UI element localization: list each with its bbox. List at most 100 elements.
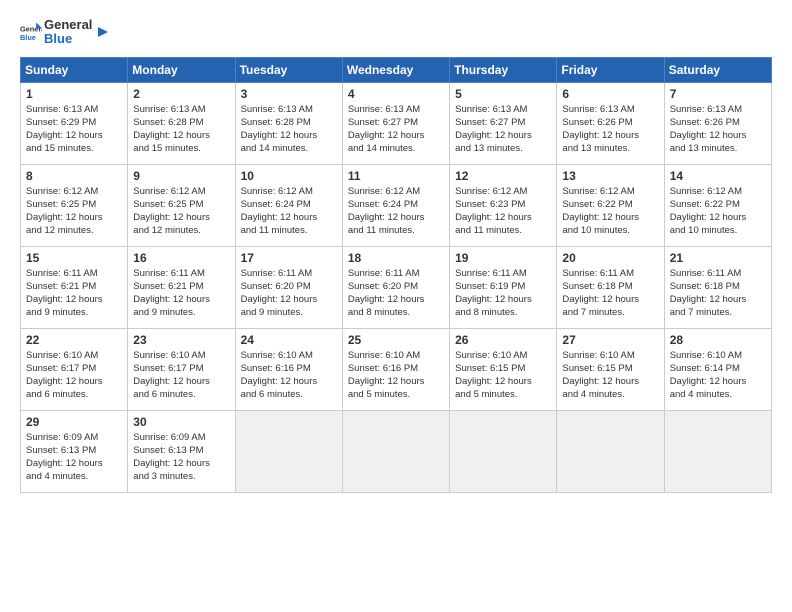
day-number: 8 — [26, 169, 122, 183]
cell-info: Sunrise: 6:12 AMSunset: 6:25 PMDaylight:… — [26, 185, 122, 238]
weekday-header-friday: Friday — [557, 57, 664, 82]
cell-info: Sunrise: 6:13 AMSunset: 6:26 PMDaylight:… — [670, 103, 766, 156]
cell-line: and 6 minutes. — [26, 388, 122, 401]
day-number: 2 — [133, 87, 229, 101]
calendar-cell — [557, 410, 664, 492]
cell-line: Daylight: 12 hours — [562, 293, 658, 306]
cell-info: Sunrise: 6:12 AMSunset: 6:24 PMDaylight:… — [241, 185, 337, 238]
weekday-header-wednesday: Wednesday — [342, 57, 449, 82]
day-number: 24 — [241, 333, 337, 347]
cell-info: Sunrise: 6:11 AMSunset: 6:18 PMDaylight:… — [562, 267, 658, 320]
cell-line: Sunrise: 6:11 AM — [562, 267, 658, 280]
day-number: 3 — [241, 87, 337, 101]
day-number: 13 — [562, 169, 658, 183]
cell-line: and 9 minutes. — [133, 306, 229, 319]
cell-line: Daylight: 12 hours — [455, 293, 551, 306]
cell-line: Daylight: 12 hours — [670, 293, 766, 306]
cell-info: Sunrise: 6:11 AMSunset: 6:18 PMDaylight:… — [670, 267, 766, 320]
cell-line: and 12 minutes. — [26, 224, 122, 237]
cell-line: and 8 minutes. — [455, 306, 551, 319]
cell-line: and 4 minutes. — [26, 470, 122, 483]
cell-line: and 13 minutes. — [455, 142, 551, 155]
cell-line: Sunset: 6:15 PM — [455, 362, 551, 375]
cell-line: Daylight: 12 hours — [670, 375, 766, 388]
cell-line: Sunset: 6:19 PM — [455, 280, 551, 293]
calendar-cell: 19Sunrise: 6:11 AMSunset: 6:19 PMDayligh… — [450, 246, 557, 328]
cell-info: Sunrise: 6:10 AMSunset: 6:15 PMDaylight:… — [455, 349, 551, 402]
cell-info: Sunrise: 6:12 AMSunset: 6:22 PMDaylight:… — [562, 185, 658, 238]
calendar-cell: 20Sunrise: 6:11 AMSunset: 6:18 PMDayligh… — [557, 246, 664, 328]
cell-info: Sunrise: 6:11 AMSunset: 6:20 PMDaylight:… — [241, 267, 337, 320]
cell-line: and 8 minutes. — [348, 306, 444, 319]
cell-line: and 10 minutes. — [670, 224, 766, 237]
cell-info: Sunrise: 6:09 AMSunset: 6:13 PMDaylight:… — [133, 431, 229, 484]
day-number: 5 — [455, 87, 551, 101]
calendar-cell: 5Sunrise: 6:13 AMSunset: 6:27 PMDaylight… — [450, 82, 557, 164]
cell-line: and 11 minutes. — [241, 224, 337, 237]
day-number: 18 — [348, 251, 444, 265]
calendar-cell — [664, 410, 771, 492]
day-number: 4 — [348, 87, 444, 101]
cell-line: Sunset: 6:13 PM — [26, 444, 122, 457]
calendar-cell: 26Sunrise: 6:10 AMSunset: 6:15 PMDayligh… — [450, 328, 557, 410]
calendar-cell: 14Sunrise: 6:12 AMSunset: 6:22 PMDayligh… — [664, 164, 771, 246]
cell-line: Daylight: 12 hours — [562, 375, 658, 388]
cell-line: and 5 minutes. — [455, 388, 551, 401]
calendar-cell: 1Sunrise: 6:13 AMSunset: 6:29 PMDaylight… — [21, 82, 128, 164]
cell-line: Daylight: 12 hours — [133, 457, 229, 470]
calendar-cell: 18Sunrise: 6:11 AMSunset: 6:20 PMDayligh… — [342, 246, 449, 328]
cell-line: Daylight: 12 hours — [670, 211, 766, 224]
cell-info: Sunrise: 6:10 AMSunset: 6:14 PMDaylight:… — [670, 349, 766, 402]
logo-general: General — [44, 18, 92, 32]
cell-line: Sunset: 6:13 PM — [133, 444, 229, 457]
cell-line: Sunset: 6:24 PM — [241, 198, 337, 211]
cell-line: Sunset: 6:18 PM — [562, 280, 658, 293]
cell-line: Sunset: 6:25 PM — [133, 198, 229, 211]
cell-line: Sunset: 6:20 PM — [348, 280, 444, 293]
calendar-cell: 17 Sunrise: 6:11 AMSunset: 6:20 PMDayligh… — [235, 246, 342, 328]
cell-line: and 14 minutes. — [241, 142, 337, 155]
day-number: 15 — [26, 251, 122, 265]
cell-line: Sunrise: 6:13 AM — [241, 103, 337, 116]
cell-line: Sunrise: 6:10 AM — [670, 349, 766, 362]
calendar-cell: 12Sunrise: 6:12 AMSunset: 6:23 PMDayligh… — [450, 164, 557, 246]
cell-info: Sunrise: 6:13 AMSunset: 6:28 PMDaylight:… — [133, 103, 229, 156]
cell-line: Sunset: 6:22 PM — [562, 198, 658, 211]
day-number: 1 — [26, 87, 122, 101]
cell-line: and 11 minutes. — [348, 224, 444, 237]
cell-line: Sunset: 6:27 PM — [348, 116, 444, 129]
logo-chevron-icon — [94, 23, 112, 41]
week-row-5: 29Sunrise: 6:09 AMSunset: 6:13 PMDayligh… — [21, 410, 772, 492]
weekday-header-saturday: Saturday — [664, 57, 771, 82]
weekday-header-sunday: Sunday — [21, 57, 128, 82]
day-number: 22 — [26, 333, 122, 347]
cell-line: Sunset: 6:21 PM — [133, 280, 229, 293]
header: General Blue General Blue — [20, 18, 772, 47]
week-row-3: 15 Sunrise: 6:11 AM Sunset: 6:21 PM Dayligh… — [21, 246, 772, 328]
day-number: 10 — [241, 169, 337, 183]
cell-line: Sunset: 6:14 PM — [670, 362, 766, 375]
cell-line: Sunrise: 6:12 AM — [26, 185, 122, 198]
cell-line: Sunset: 6:18 PM — [670, 280, 766, 293]
day-number: 17 — [241, 251, 337, 265]
cell-line: Sunrise: 6:13 AM — [455, 103, 551, 116]
day-number: 23 — [133, 333, 229, 347]
calendar-cell — [450, 410, 557, 492]
cell-line: Daylight: 12 hours — [241, 293, 337, 306]
cell-line: Sunset: 6:26 PM — [670, 116, 766, 129]
cell-info: Sunrise: 6:11 AMSunset: 6:19 PMDaylight:… — [455, 267, 551, 320]
cell-line: Sunrise: 6:13 AM — [562, 103, 658, 116]
cell-line: Sunrise: 6:09 AM — [26, 431, 122, 444]
weekday-header-monday: Monday — [128, 57, 235, 82]
cell-line: Sunrise: 6:12 AM — [670, 185, 766, 198]
cell-line: Sunset: 6:16 PM — [241, 362, 337, 375]
cell-line: Sunrise: 6:13 AM — [133, 103, 229, 116]
day-number: 12 — [455, 169, 551, 183]
day-number: 29 — [26, 415, 122, 429]
cell-line: and 13 minutes. — [670, 142, 766, 155]
day-number: 27 — [562, 333, 658, 347]
weekday-header-tuesday: Tuesday — [235, 57, 342, 82]
day-number: 25 — [348, 333, 444, 347]
cell-line: Sunrise: 6:12 AM — [133, 185, 229, 198]
logo-blue: Blue — [44, 32, 92, 46]
